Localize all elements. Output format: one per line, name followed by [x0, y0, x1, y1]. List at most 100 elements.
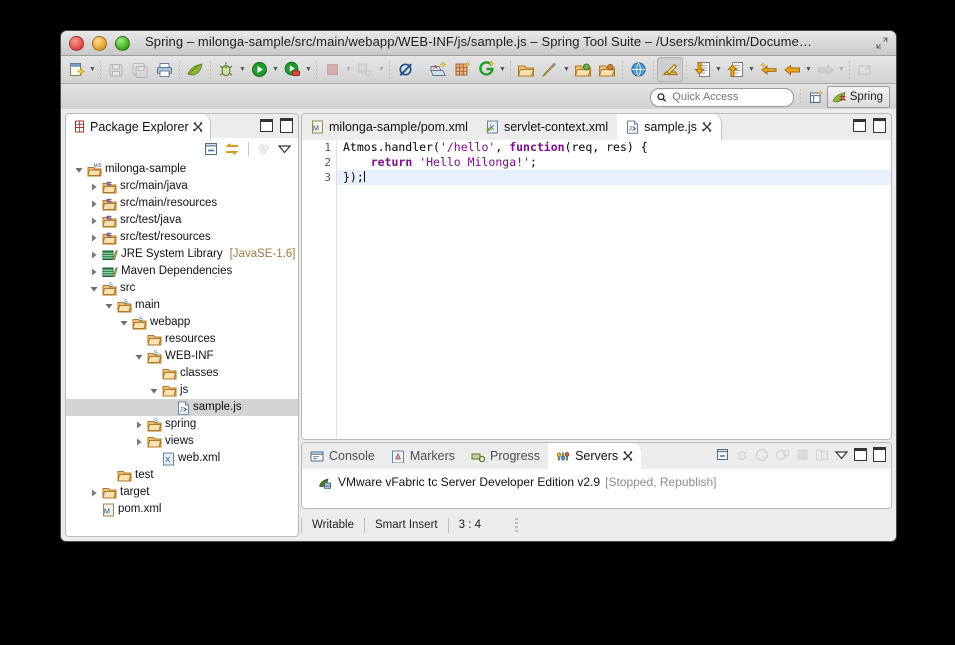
bottom-tab-progress[interactable]: Progress	[463, 443, 549, 469]
new-git-dropdown[interactable]: ▼	[498, 58, 507, 81]
save-icon[interactable]	[104, 58, 128, 81]
tree-twisty-expanded[interactable]	[118, 314, 129, 331]
tree-twisty-expanded[interactable]	[133, 348, 144, 365]
profile-server-icon[interactable]	[775, 448, 790, 462]
quick-access-input[interactable]	[670, 90, 787, 104]
tree-item-views[interactable]: views	[66, 433, 298, 450]
debug-icon[interactable]	[214, 58, 238, 81]
close-icon[interactable]	[702, 122, 712, 132]
pencil-highlight-icon[interactable]	[657, 57, 683, 82]
disconnect-dropdown[interactable]: ▼	[377, 58, 386, 81]
tree-item-web-xml[interactable]: Xweb.xml	[66, 450, 298, 467]
editor-tab-milonga-sample-pom-xml[interactable]: Mmilonga-sample/pom.xml	[302, 114, 477, 140]
restore-view-icon[interactable]	[853, 58, 877, 81]
view-menu-icon[interactable]	[835, 450, 848, 460]
open-perspective-button[interactable]	[807, 87, 827, 107]
collapse-all-icon[interactable]	[204, 142, 218, 156]
tree-twisty-expanded[interactable]	[88, 280, 99, 297]
quick-access-field[interactable]	[649, 87, 794, 107]
code-line[interactable]: Atmos.handler('/hello', function(req, re…	[337, 140, 891, 155]
minimize-servers-button[interactable]	[854, 448, 867, 461]
tree-item-classes[interactable]: classes	[66, 365, 298, 382]
tree-twisty-collapsed[interactable]	[88, 229, 99, 246]
back-icon[interactable]	[780, 58, 804, 81]
view-menu-icon[interactable]	[278, 144, 291, 154]
tree-twisty-collapsed[interactable]	[88, 195, 99, 212]
run-on-server-dropdown[interactable]: ▼	[304, 58, 313, 81]
tree-item-resources[interactable]: resources	[66, 331, 298, 348]
tree-twisty-collapsed[interactable]	[88, 212, 99, 229]
tab-package-explorer[interactable]: Package Explorer	[66, 114, 211, 140]
link-with-editor-icon[interactable]	[224, 142, 240, 156]
editor-tab-servlet-context-xml[interactable]: X servlet-context.xml	[476, 114, 618, 140]
tree-item-sample-js[interactable]: J sample.js	[66, 399, 298, 416]
run-dropdown[interactable]: ▼	[271, 58, 280, 81]
tree-twisty-collapsed[interactable]	[88, 246, 99, 263]
tree-item-src-main-resources[interactable]: src/main/resources	[66, 195, 298, 212]
tree-item-target[interactable]: target	[66, 484, 298, 501]
spring-leaf-icon[interactable]	[183, 58, 207, 81]
status-resize-grip[interactable]	[515, 517, 518, 533]
main-toolbar[interactable]: ▼ ▼ ▼ ▼ ▼ ▼ A ▼ ▼ ▼ ▼ ▼ ▼	[61, 56, 896, 84]
servers-list[interactable]: VMware vFabric tc Server Developer Editi…	[302, 469, 891, 508]
maximize-view-button[interactable]	[280, 118, 293, 133]
code-line[interactable]: return 'Hello Milonga!';	[337, 155, 891, 170]
open-task-icon[interactable]	[538, 58, 562, 81]
bottom-tab-servers[interactable]: Servers	[548, 443, 642, 469]
next-annotation-icon[interactable]	[756, 58, 780, 81]
tree-item-src-main-java[interactable]: src/main/java	[66, 178, 298, 195]
open-web-browser-icon[interactable]	[626, 58, 650, 81]
back-dropdown[interactable]: ▼	[804, 58, 813, 81]
fullscreen-icon[interactable]	[876, 37, 888, 49]
bottom-tab-console[interactable]: Console	[302, 443, 383, 469]
terminate-dropdown[interactable]: ▼	[344, 58, 353, 81]
stop-server-icon[interactable]	[796, 448, 809, 461]
tree-item-main[interactable]: Smain	[66, 297, 298, 314]
tree-item-jre-system-library[interactable]: JRE System Library [JavaSE-1.6]	[66, 246, 298, 263]
bottom-tab-markers[interactable]: Markers	[382, 443, 464, 469]
minimize-view-button[interactable]	[260, 119, 273, 132]
open-type-icon[interactable]	[514, 58, 538, 81]
tree-item-milonga-sample[interactable]: M Smilonga-sample	[66, 161, 298, 178]
tree-twisty-collapsed[interactable]	[88, 263, 99, 280]
server-row[interactable]: VMware vFabric tc Server Developer Editi…	[302, 469, 891, 489]
new-git-icon[interactable]	[474, 58, 498, 81]
debug-server-icon[interactable]	[735, 448, 749, 462]
view-menu-more-icon[interactable]	[257, 142, 272, 156]
disconnect-icon[interactable]	[353, 58, 377, 81]
tree-item-src-test-resources[interactable]: src/test/resources	[66, 229, 298, 246]
tree-item-test[interactable]: test	[66, 467, 298, 484]
tree-item-spring[interactable]: Sspring	[66, 416, 298, 433]
run-on-server-icon[interactable]	[280, 58, 304, 81]
tree-twisty-expanded[interactable]	[148, 382, 159, 399]
tree-item-maven-dependencies[interactable]: Maven Dependencies	[66, 263, 298, 280]
run-icon[interactable]	[247, 58, 271, 81]
tree-twisty-collapsed[interactable]	[88, 484, 99, 501]
close-icon[interactable]	[623, 451, 633, 461]
new-java-class-icon[interactable]: A	[426, 58, 450, 81]
new-grid-icon[interactable]	[450, 58, 474, 81]
skip-breakpoints-icon[interactable]	[393, 58, 417, 81]
editor-tab-sample-js[interactable]: J sample.js	[617, 114, 722, 140]
open-task-dropdown[interactable]: ▼	[562, 58, 571, 81]
upload-publish-icon[interactable]	[723, 58, 747, 81]
debug-dropdown[interactable]: ▼	[238, 58, 247, 81]
publish-icon[interactable]	[815, 448, 829, 462]
download-update-icon[interactable]	[690, 58, 714, 81]
code-lines[interactable]: Atmos.handler('/hello', function(req, re…	[337, 140, 891, 439]
upload-dropdown[interactable]: ▼	[747, 58, 756, 81]
close-icon[interactable]	[193, 121, 203, 132]
perspective-spring-button[interactable]: Spring	[826, 86, 890, 108]
terminate-icon[interactable]	[320, 58, 344, 81]
tree-item-src[interactable]: Ssrc	[66, 280, 298, 297]
tree-twisty-collapsed[interactable]	[88, 178, 99, 195]
forward-dropdown[interactable]: ▼	[837, 58, 846, 81]
start-server-icon[interactable]	[755, 448, 769, 462]
minimize-editor-button[interactable]	[853, 119, 866, 132]
tree-item-js[interactable]: js	[66, 382, 298, 399]
project-tree[interactable]: M Smilonga-sample src/main/java src/main…	[66, 161, 298, 536]
tree-twisty-expanded[interactable]	[103, 297, 114, 314]
tree-twisty-expanded[interactable]	[73, 161, 84, 178]
collapse-all-icon[interactable]	[716, 448, 729, 461]
tree-item-src-test-java[interactable]: src/test/java	[66, 212, 298, 229]
